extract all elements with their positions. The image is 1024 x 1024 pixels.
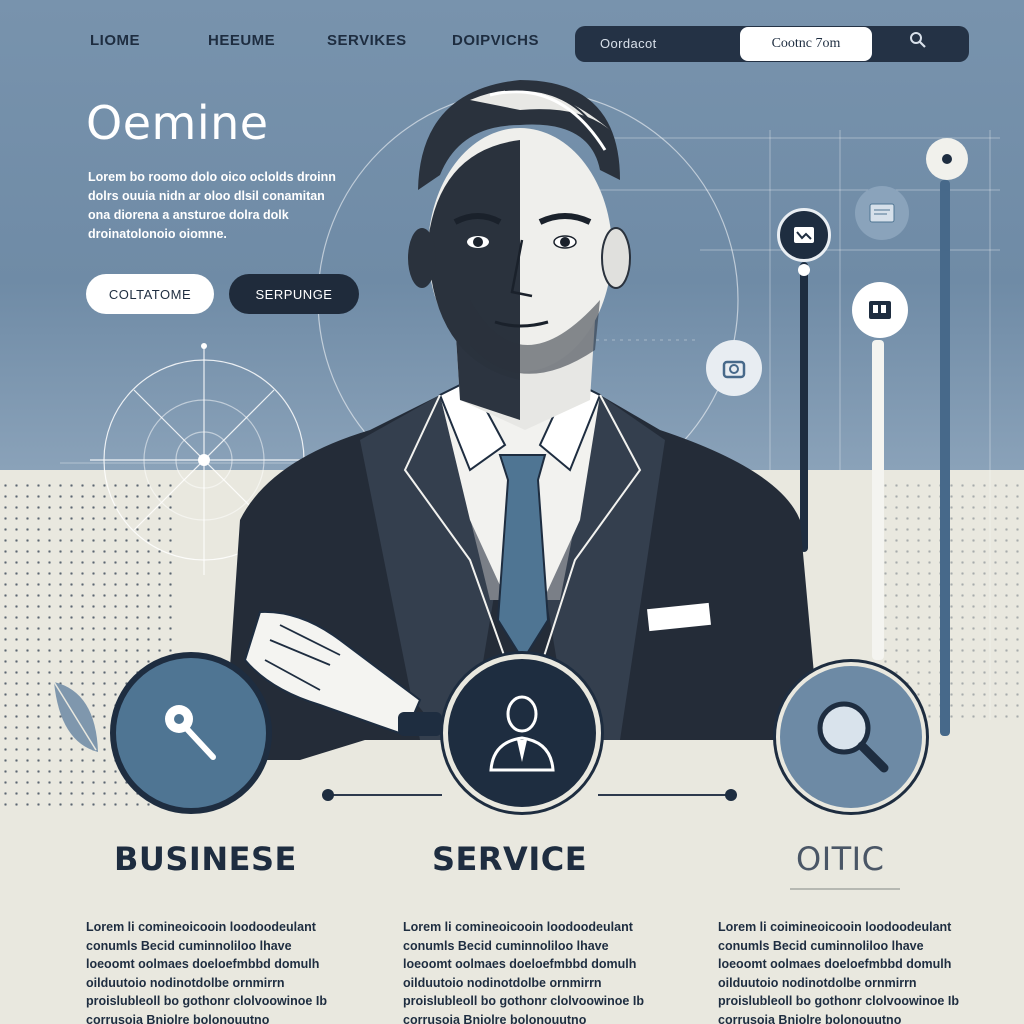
connector-line-left xyxy=(330,794,442,796)
key-icon xyxy=(151,691,231,776)
businessman-icon xyxy=(477,686,567,781)
feature-title-optic-underline xyxy=(790,888,900,890)
leaf-decoration xyxy=(53,681,98,752)
connector-dot-left xyxy=(322,789,334,801)
connector-dot-right xyxy=(725,789,737,801)
businessman-portrait xyxy=(225,80,820,760)
connector-line-right xyxy=(598,794,730,796)
feature-body-service: Lorem li comineoicooin loodoodeulant con… xyxy=(403,920,644,1024)
feature-title-optic: OITIC xyxy=(796,840,885,878)
magnifier-icon xyxy=(806,690,896,785)
feature-icon-service[interactable] xyxy=(443,654,601,812)
feature-icon-business[interactable] xyxy=(110,652,272,814)
feature-body-optic: Lorem li coimineoicooin loodoodeulant co… xyxy=(718,920,959,1024)
feature-title-service: SERVICE xyxy=(432,840,588,878)
feature-body-business: Lorem li comineoicooin loodoodeulant con… xyxy=(86,920,327,1024)
feature-icon-optic[interactable] xyxy=(776,662,926,812)
feature-title-business: BUSINESE xyxy=(114,840,297,878)
